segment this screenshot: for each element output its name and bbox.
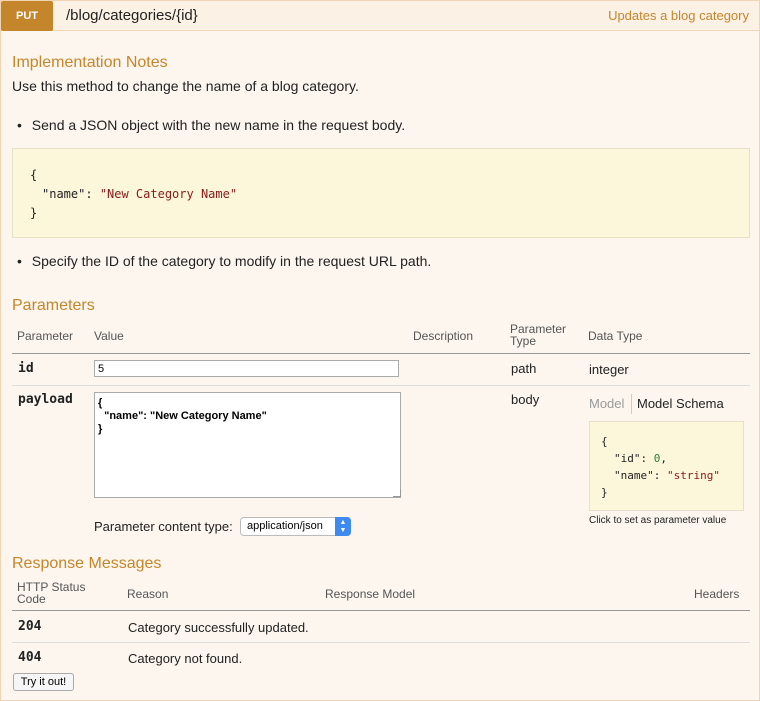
col-http-status-line2: Code bbox=[17, 592, 46, 606]
bullet-dot: • bbox=[17, 117, 22, 133]
code-close-brace: } bbox=[30, 206, 38, 220]
payload-textarea[interactable]: { "name": "New Category Name" } bbox=[94, 392, 401, 498]
col-data-type: Data Type bbox=[588, 329, 643, 343]
model-schema-tab[interactable]: Model Schema bbox=[637, 396, 724, 411]
notes-intro: Use this method to change the name of a … bbox=[12, 78, 359, 94]
response-reason-204: Category successfully updated. bbox=[128, 620, 309, 635]
response-code-404: 404 bbox=[18, 650, 42, 665]
param-type-payload: body bbox=[511, 392, 540, 407]
code-open-brace: { bbox=[30, 168, 38, 182]
notes-bullet-1: • Send a JSON object with the new name i… bbox=[17, 117, 405, 133]
response-code-204: 204 bbox=[18, 619, 42, 634]
schema-line-id: "id": 0, bbox=[614, 452, 667, 465]
tab-separator bbox=[631, 394, 632, 414]
schema-close-brace: } bbox=[601, 486, 608, 499]
example-json-block: { "name": "New Category Name" } bbox=[12, 148, 750, 238]
operation-header[interactable]: PUT /blog/categories/{id} Updates a blog… bbox=[1, 1, 759, 31]
col-headers: Headers bbox=[694, 587, 740, 601]
parameters-heading: Parameters bbox=[12, 297, 95, 314]
id-input[interactable] bbox=[94, 360, 399, 377]
response-reason-404: Category not found. bbox=[128, 651, 243, 666]
implementation-notes-heading: Implementation Notes bbox=[12, 54, 168, 71]
method-badge[interactable]: PUT bbox=[1, 1, 53, 31]
schema-open-brace: { bbox=[601, 435, 608, 448]
code-line-name: "name": "New Category Name" bbox=[30, 185, 749, 204]
bullet-dot: • bbox=[17, 253, 22, 269]
schema-id-key: "id" bbox=[614, 452, 641, 465]
col-value: Value bbox=[94, 329, 124, 343]
col-reason: Reason bbox=[127, 587, 169, 601]
content-type-select[interactable]: application/json ▲ ▼ bbox=[240, 517, 351, 536]
response-row-divider bbox=[12, 642, 750, 643]
content-type-label: Parameter content type: bbox=[94, 519, 233, 534]
param-type-id: path bbox=[511, 361, 537, 376]
col-parameter-type: Parameter Type bbox=[510, 323, 566, 347]
col-parameter: Parameter bbox=[17, 329, 74, 343]
operation-panel: PUT /blog/categories/{id} Updates a blog… bbox=[0, 0, 760, 701]
response-header-divider bbox=[12, 610, 750, 611]
code-value: "New Category Name" bbox=[99, 187, 238, 201]
notes-bullet-2-text: Specify the ID of the category to modify… bbox=[31, 253, 432, 269]
schema-line-name: "name": "string" bbox=[614, 469, 720, 482]
notes-bullet-2: • Specify the ID of the category to modi… bbox=[17, 253, 431, 269]
param-header-divider bbox=[12, 353, 750, 354]
code-key: "name" bbox=[42, 187, 86, 201]
code-colon: : bbox=[85, 187, 100, 201]
content-type-value: application/json bbox=[247, 520, 323, 532]
col-description: Description bbox=[413, 329, 474, 343]
schema-name-key: "name" bbox=[614, 469, 654, 482]
data-type-id: integer bbox=[589, 362, 629, 377]
notes-bullet-1-text: Send a JSON object with the new name in … bbox=[31, 117, 406, 133]
col-http-status: HTTP Status Code bbox=[17, 581, 85, 605]
model-schema-block[interactable]: { "id": 0, "name": "string" } bbox=[589, 421, 744, 511]
operation-summary[interactable]: Updates a blog category bbox=[608, 8, 749, 23]
select-arrows-icon: ▲ ▼ bbox=[335, 517, 351, 536]
textarea-resize-handle[interactable] bbox=[393, 489, 401, 497]
param-row-divider bbox=[12, 385, 750, 386]
try-it-out-button[interactable]: Try it out! bbox=[13, 673, 74, 691]
param-name-payload: payload bbox=[18, 392, 73, 407]
col-parameter-type-line2: Type bbox=[510, 334, 537, 348]
schema-name-value: "string" bbox=[667, 469, 720, 482]
endpoint-path[interactable]: /blog/categories/{id} bbox=[66, 7, 198, 24]
col-response-model: Response Model bbox=[325, 587, 416, 601]
schema-hint: Click to set as parameter value bbox=[589, 515, 727, 526]
model-tab[interactable]: Model bbox=[589, 396, 624, 411]
response-messages-heading: Response Messages bbox=[12, 555, 162, 572]
param-name-id: id bbox=[18, 361, 34, 376]
schema-id-value: 0 bbox=[653, 452, 661, 465]
